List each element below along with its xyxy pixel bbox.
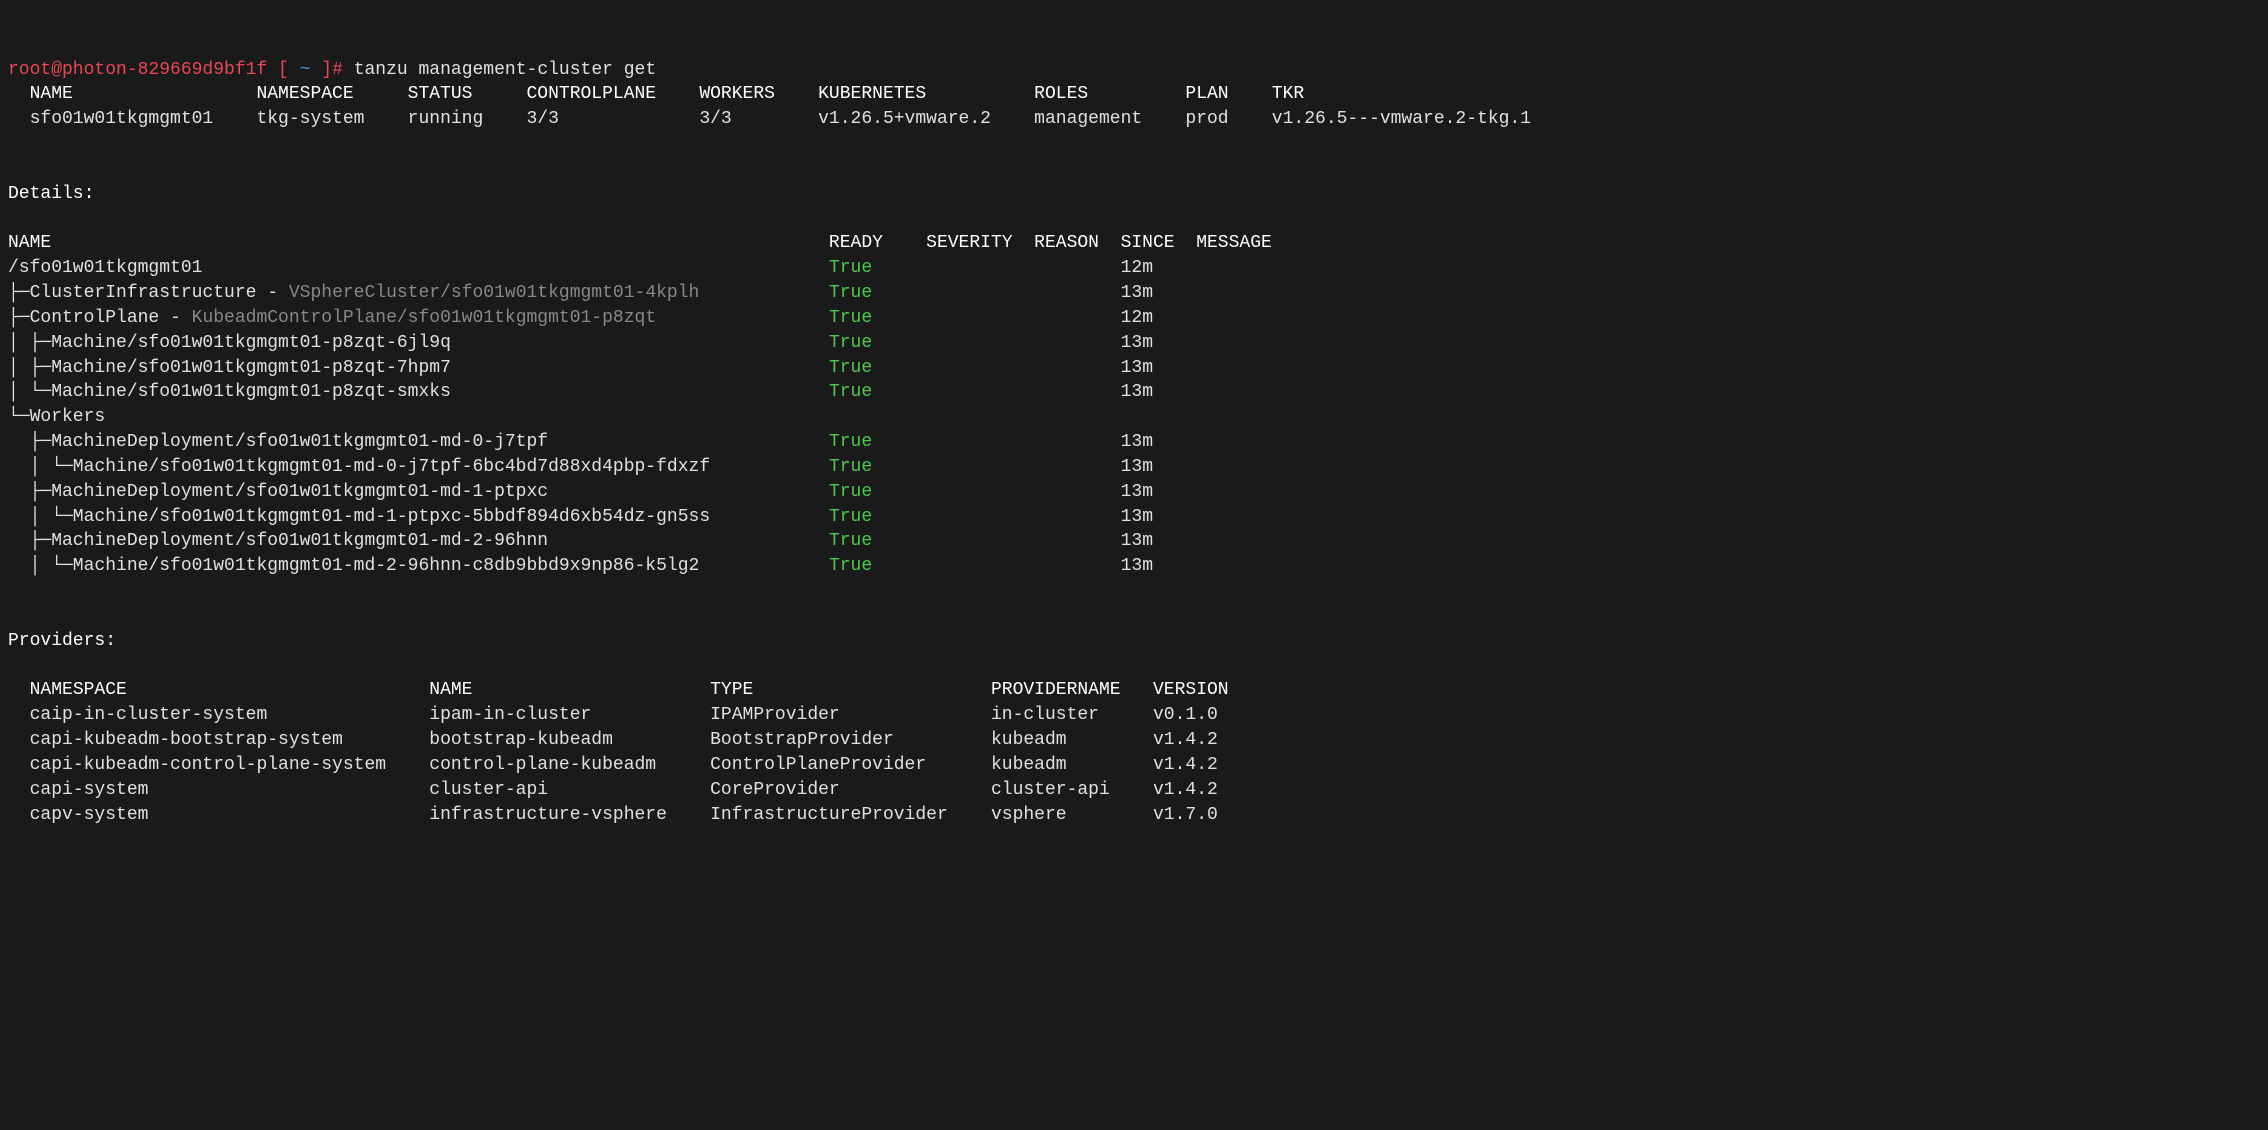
providers-table: NAMESPACE NAME TYPE PROVIDERNAME VERSION… <box>8 680 1283 824</box>
cluster-table: NAME NAMESPACE STATUS CONTROLPLANE WORKE… <box>8 84 1596 129</box>
command-text: tanzu management-cluster get <box>354 60 656 80</box>
providers-label: Providers: <box>8 631 116 651</box>
details-label: Details: <box>8 184 94 204</box>
prompt-user: root@photon-829669d9bf1f <box>8 60 267 80</box>
prompt-rbracket: ]# <box>310 60 353 80</box>
prompt-line: root@photon-829669d9bf1f [ ~ ]# tanzu ma… <box>8 60 656 80</box>
prompt-path: ~ <box>300 60 311 80</box>
prompt-lbracket: [ <box>267 60 299 80</box>
tree-table: NAME READY SEVERITY REASON SINCE MESSAGE… <box>8 233 1272 576</box>
terminal-output[interactable]: root@photon-829669d9bf1f [ ~ ]# tanzu ma… <box>8 58 2260 828</box>
